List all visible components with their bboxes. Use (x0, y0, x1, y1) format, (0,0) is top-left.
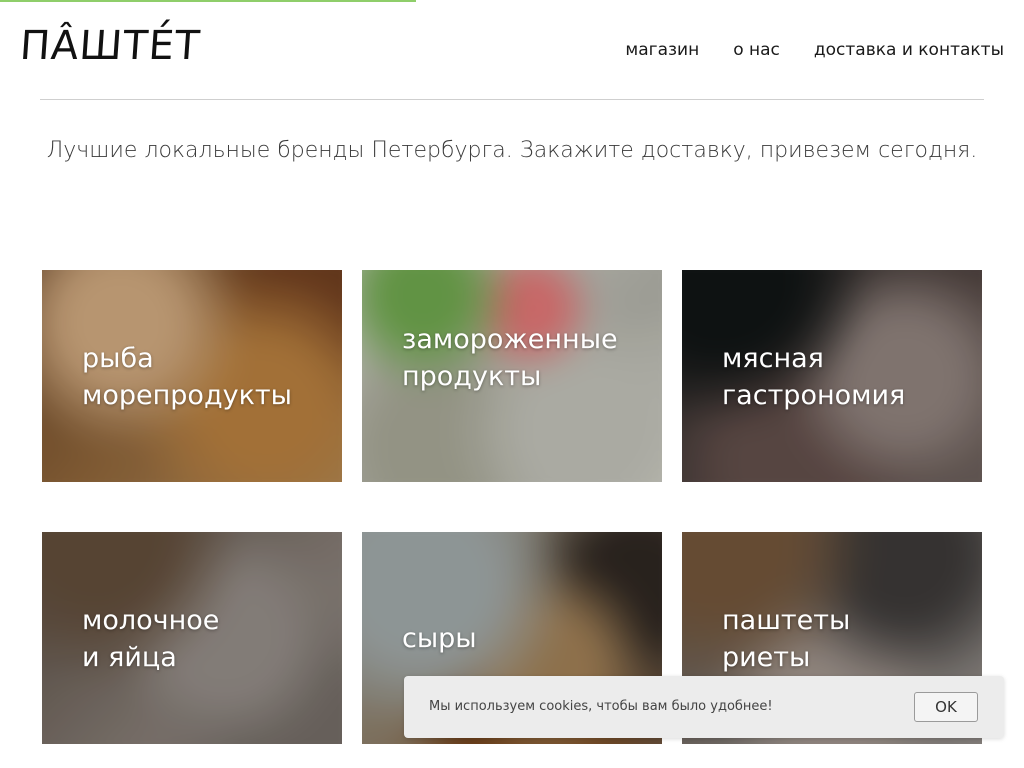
category-label: рыба морепродукты (82, 340, 292, 414)
cookie-banner: Мы используем cookies, чтобы вам было уд… (404, 676, 1004, 738)
site-logo[interactable]: ПÂШТЕ́Т (18, 23, 202, 69)
cookie-ok-button[interactable]: OK (914, 692, 978, 722)
category-label-line: молочное (82, 605, 220, 636)
nav-link-delivery-contacts[interactable]: доставка и контакты (814, 40, 1004, 60)
category-label-line: мясная (722, 343, 824, 374)
header-divider (40, 99, 984, 100)
category-label-line: сыры (402, 623, 477, 654)
category-tile-meat-gastronomy[interactable]: мясная гастрономия (682, 270, 982, 482)
main-nav: магазин о нас доставка и контакты (625, 40, 1004, 60)
category-label-line: паштеты (722, 605, 851, 636)
category-tile-fish-seafood[interactable]: рыба морепродукты (42, 270, 342, 482)
category-label-line: рыба (82, 343, 154, 374)
category-label: сыры (402, 620, 477, 657)
nav-link-about[interactable]: о нас (733, 40, 780, 60)
category-label-line: морепродукты (82, 380, 292, 411)
cookie-banner-text: Мы используем cookies, чтобы вам было уд… (429, 699, 773, 714)
site-header: ПÂШТЕ́Т магазин о нас доставка и контакт… (0, 0, 1024, 100)
category-label: мясная гастрономия (722, 340, 905, 414)
nav-link-shop[interactable]: магазин (625, 40, 699, 60)
category-tile-dairy-eggs[interactable]: молочное и яйца (42, 532, 342, 744)
page-tagline: Лучшие локальные бренды Петербурга. Зака… (46, 138, 978, 163)
category-label: замороженные продукты (402, 321, 618, 395)
category-label-line: и яйца (82, 642, 177, 673)
category-label-line: риеты (722, 642, 811, 673)
category-label: паштеты риеты (722, 602, 850, 676)
category-label-line: замороженные (402, 324, 618, 355)
category-label: молочное и яйца (82, 602, 219, 676)
category-label-line: продукты (402, 361, 542, 392)
category-tile-frozen-products[interactable]: замороженные продукты (362, 270, 662, 482)
category-label-line: гастрономия (722, 380, 906, 411)
